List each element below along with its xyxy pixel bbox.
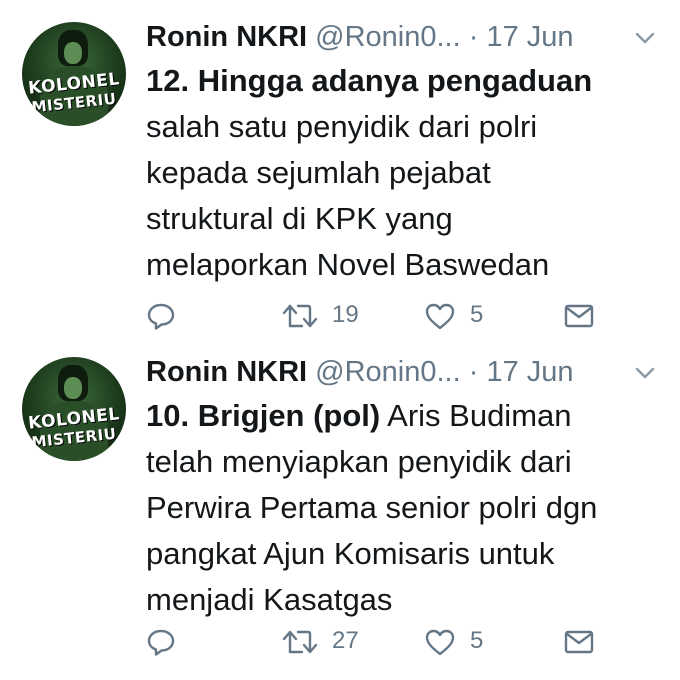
tweet-text-bold: 12. Hingga adanya pengaduan — [146, 63, 593, 98]
tweet-date[interactable]: 17 Jun — [486, 21, 573, 53]
reply-icon[interactable] — [146, 301, 176, 331]
tweet-header: Ronin NKRI @Ronin0... · 17 Jun — [146, 18, 666, 56]
tweet[interactable]: KOLONEL MISTERIU Ronin NKRI @Ronin0... ·… — [0, 335, 680, 665]
retweet-icon[interactable] — [282, 302, 318, 330]
tweet-text-line: telah menyiapkan penyidik dari — [146, 444, 572, 479]
heart-icon[interactable] — [424, 628, 456, 656]
tweet-text-line: menjadi Kasatgas — [146, 582, 393, 617]
tweet-header: Ronin NKRI @Ronin0... · 17 Jun — [146, 353, 666, 391]
tweet-text-line: struktural di KPK yang — [146, 201, 453, 236]
tweet-text: 12. Hingga adanya pengaduan salah satu p… — [146, 58, 666, 288]
like-count: 5 — [470, 627, 484, 654]
tweet-date[interactable]: 17 Jun — [486, 356, 573, 388]
heart-icon[interactable] — [424, 302, 456, 330]
tweet-text-bold: 10. Brigjen (pol) — [146, 398, 381, 433]
retweet-icon[interactable] — [282, 628, 318, 656]
reply-icon[interactable] — [146, 627, 176, 657]
tweet-text: 10. Brigjen (pol) Aris Budiman telah men… — [146, 393, 666, 623]
chevron-down-icon[interactable] — [634, 30, 656, 46]
retweet-count: 27 — [332, 627, 359, 654]
avatar[interactable]: KOLONEL MISTERIU — [22, 22, 126, 126]
like-count: 5 — [470, 301, 484, 328]
tweet-text-line: pangkat Ajun Komisaris untuk — [146, 536, 555, 571]
user-name[interactable]: Ronin NKRI — [146, 356, 307, 388]
chevron-down-icon[interactable] — [634, 365, 656, 381]
tweet-text-line: Perwira Pertama senior polri dgn — [146, 490, 598, 525]
tweet-text-line: kepada sejumlah pejabat — [146, 155, 491, 190]
separator: · — [468, 21, 479, 53]
tweet-text-line: Aris Budiman — [380, 398, 572, 433]
mail-icon[interactable] — [564, 303, 594, 329]
separator: · — [468, 356, 479, 388]
avatar-face — [64, 42, 82, 64]
avatar[interactable]: KOLONEL MISTERIU — [22, 357, 126, 461]
tweet[interactable]: KOLONEL MISTERIU Ronin NKRI @Ronin0... ·… — [0, 0, 680, 330]
tweet-text-line: salah satu penyidik dari polri — [146, 109, 538, 144]
avatar-face — [64, 377, 82, 399]
user-name[interactable]: Ronin NKRI — [146, 21, 307, 53]
retweet-count: 19 — [332, 301, 359, 328]
user-handle[interactable]: @Ronin0... — [315, 21, 461, 53]
tweet-text-line: melaporkan Novel Baswedan — [146, 247, 550, 282]
user-handle[interactable]: @Ronin0... — [315, 356, 461, 388]
mail-icon[interactable] — [564, 629, 594, 655]
